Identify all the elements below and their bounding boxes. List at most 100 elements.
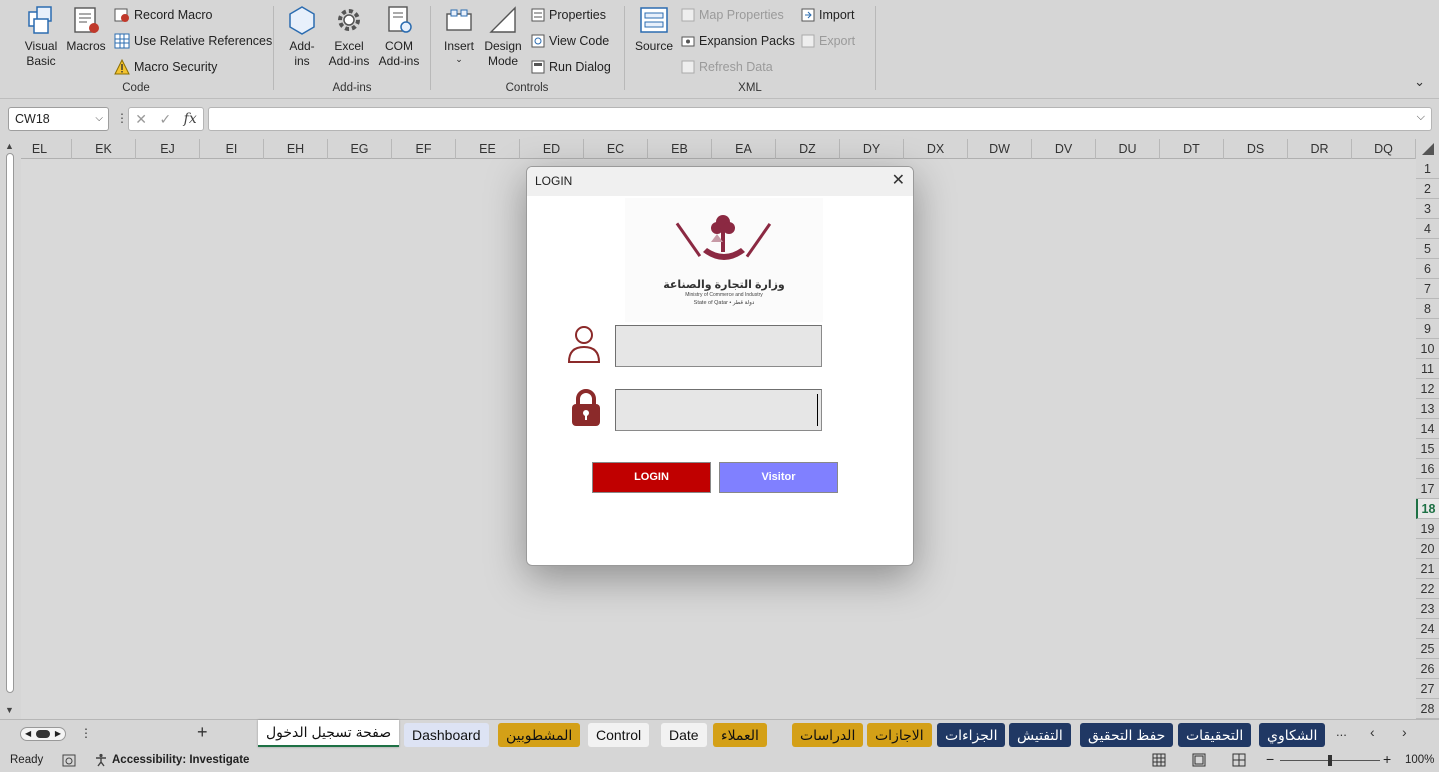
row-header[interactable]: 6: [1416, 259, 1439, 279]
more-tabs-button[interactable]: ...: [1336, 724, 1347, 739]
column-header[interactable]: ED: [520, 139, 584, 159]
more-options-icon[interactable]: ⋮: [116, 111, 128, 125]
column-header[interactable]: DT: [1160, 139, 1224, 159]
login-button[interactable]: LOGIN: [592, 462, 711, 493]
zoom-slider[interactable]: [1280, 755, 1380, 766]
chevron-down-icon[interactable]: ⌵: [95, 108, 103, 130]
zoom-out-icon[interactable]: −: [1266, 751, 1274, 767]
row-header[interactable]: 16: [1416, 459, 1439, 479]
cancel-icon[interactable]: ✕: [135, 111, 147, 128]
column-header[interactable]: DS: [1224, 139, 1288, 159]
record-macro-button[interactable]: Record Macro: [114, 4, 213, 26]
row-header[interactable]: 25: [1416, 639, 1439, 659]
macros-button[interactable]: Macros: [64, 4, 108, 54]
zoom-level[interactable]: 100%: [1405, 754, 1434, 766]
source-button[interactable]: Source: [633, 4, 675, 54]
row-header[interactable]: 13: [1416, 399, 1439, 419]
export-button[interactable]: Export: [801, 30, 855, 52]
column-header[interactable]: EG: [328, 139, 392, 159]
scroll-right-icon[interactable]: ▶: [55, 728, 61, 740]
column-header[interactable]: EF: [392, 139, 456, 159]
name-box[interactable]: CW18 ⌵: [8, 107, 109, 131]
column-header[interactable]: DQ: [1352, 139, 1416, 159]
insert-button[interactable]: Insert ⌄: [439, 4, 479, 64]
com-addins-button[interactable]: COM Add-ins: [374, 4, 424, 69]
column-header[interactable]: EH: [264, 139, 328, 159]
row-header[interactable]: 26: [1416, 659, 1439, 679]
run-dialog-button[interactable]: Run Dialog: [531, 56, 611, 78]
vertical-scrollbar[interactable]: ▲ ▼: [0, 139, 21, 719]
visual-basic-button[interactable]: Visual Basic: [18, 4, 64, 69]
sheet-tab[interactable]: Dashboard: [404, 723, 489, 747]
macro-recording-icon[interactable]: [62, 754, 76, 767]
column-header[interactable]: EC: [584, 139, 648, 159]
accessibility-status[interactable]: Accessibility: Investigate: [112, 754, 249, 766]
row-header[interactable]: 20: [1416, 539, 1439, 559]
insert-function-icon[interactable]: fx: [184, 111, 197, 127]
column-header[interactable]: EA: [712, 139, 776, 159]
expand-formula-bar-icon[interactable]: ⌵: [1417, 111, 1425, 124]
row-header[interactable]: 19: [1416, 519, 1439, 539]
sheet-tab[interactable]: الشكاوي: [1259, 723, 1326, 747]
scroll-thumb[interactable]: [6, 153, 14, 693]
row-header[interactable]: 23: [1416, 599, 1439, 619]
row-header[interactable]: 27: [1416, 679, 1439, 699]
row-header[interactable]: 2: [1416, 179, 1439, 199]
column-header[interactable]: DY: [840, 139, 904, 159]
row-header[interactable]: 12: [1416, 379, 1439, 399]
tab-next-icon[interactable]: ›: [1402, 724, 1407, 740]
scroll-down-icon[interactable]: ▼: [5, 705, 14, 715]
sheet-tab[interactable]: الجزاءات: [937, 723, 1006, 747]
zoom-slider-thumb[interactable]: [1328, 755, 1332, 766]
close-icon[interactable]: ✕: [892, 167, 905, 195]
sheet-tab[interactable]: التفتيش: [1009, 723, 1071, 747]
collapse-ribbon-icon[interactable]: ⌄: [1414, 74, 1425, 90]
row-header[interactable]: 8: [1416, 299, 1439, 319]
row-header[interactable]: 17: [1416, 479, 1439, 499]
properties-button[interactable]: Properties: [531, 4, 606, 26]
scroll-left-icon[interactable]: ◀: [25, 728, 31, 740]
sheet-tab[interactable]: المشطوبين: [498, 723, 581, 747]
normal-view-icon[interactable]: [1152, 753, 1166, 767]
use-relative-references-button[interactable]: Use Relative References: [114, 30, 272, 52]
row-header[interactable]: 7: [1416, 279, 1439, 299]
row-header[interactable]: 14: [1416, 419, 1439, 439]
import-button[interactable]: Import: [801, 4, 854, 26]
zoom-in-icon[interactable]: +: [1383, 751, 1391, 767]
expansion-packs-button[interactable]: Expansion Packs: [681, 30, 795, 52]
sheet-tab[interactable]: Control: [588, 723, 650, 747]
design-mode-button[interactable]: Design Mode: [481, 4, 525, 69]
column-header[interactable]: DZ: [776, 139, 840, 159]
column-header[interactable]: EI: [200, 139, 264, 159]
formula-input[interactable]: ⌵: [208, 107, 1432, 131]
sheet-tab[interactable]: العملاء: [713, 723, 767, 747]
column-header[interactable]: EK: [72, 139, 136, 159]
column-header[interactable]: EB: [648, 139, 712, 159]
column-header[interactable]: DR: [1288, 139, 1352, 159]
row-header[interactable]: 4: [1416, 219, 1439, 239]
view-code-button[interactable]: View Code: [531, 30, 609, 52]
column-header[interactable]: DX: [904, 139, 968, 159]
refresh-data-button[interactable]: Refresh Data: [681, 56, 773, 78]
select-all-corner[interactable]: [1416, 139, 1439, 159]
column-header[interactable]: DV: [1032, 139, 1096, 159]
column-header[interactable]: DW: [968, 139, 1032, 159]
scroll-handle[interactable]: [36, 730, 50, 738]
sheet-tab[interactable]: Date: [661, 723, 707, 747]
username-field[interactable]: [615, 325, 822, 367]
add-sheet-button[interactable]: +: [197, 722, 208, 743]
row-header[interactable]: 11: [1416, 359, 1439, 379]
column-header[interactable]: EE: [456, 139, 520, 159]
tab-scroll-control[interactable]: ◀ ▶: [20, 727, 66, 741]
enter-icon[interactable]: ✓: [159, 111, 171, 128]
row-header[interactable]: 9: [1416, 319, 1439, 339]
sheet-tab[interactable]: التحقيقات: [1178, 723, 1252, 747]
sheet-tab-active[interactable]: صفحة تسجيل الدخول: [258, 720, 400, 747]
map-properties-button[interactable]: Map Properties: [681, 4, 784, 26]
page-layout-icon[interactable]: [1192, 753, 1206, 767]
row-header[interactable]: 1: [1416, 159, 1439, 179]
sheet-tab[interactable]: حفظ التحقيق: [1080, 723, 1174, 747]
password-field[interactable]: [615, 389, 822, 431]
page-break-preview-icon[interactable]: [1232, 753, 1246, 767]
row-header[interactable]: 5: [1416, 239, 1439, 259]
